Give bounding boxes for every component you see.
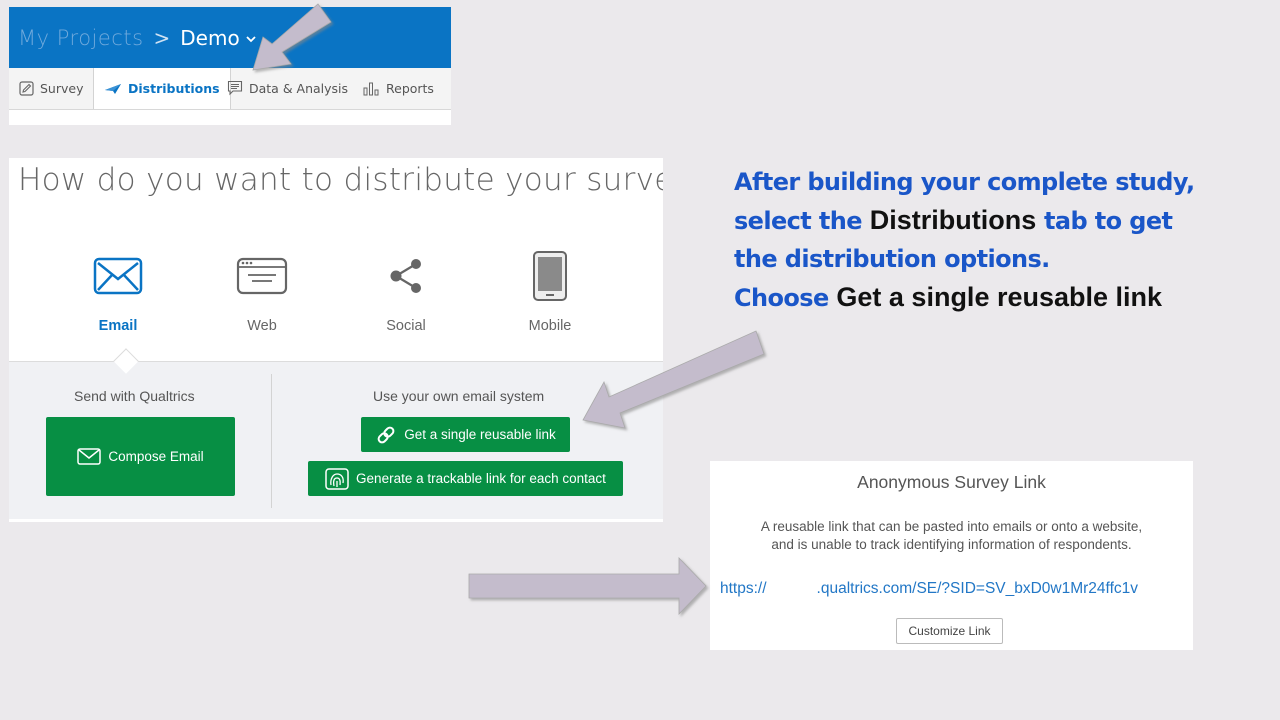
description-line: A reusable link that can be pasted into … [760,519,1143,534]
bar-chart-icon [363,81,380,96]
tab-label: Reports [386,80,434,96]
url-rest: .qualtrics.com/SE/?SID=SV_bxD0w1Mr24ffc1… [816,580,1139,597]
description-line: and is unable to track identifying infor… [771,537,1132,552]
instruction-fragment: Choose [734,284,837,312]
chat-lines-icon [227,80,243,96]
panel-bottom-edge [9,519,663,522]
distribute-panel: How do you want to distribute your surve… [9,158,663,522]
link-panel-title: Anonymous Survey Link [857,472,1046,492]
instruction-line-2: select the Distributions tab to get [734,201,1264,240]
project-tabs: Survey Distributions Data & Analysis Rep… [9,68,451,125]
channel-label: Social [386,318,426,334]
button-label: Compose Email [108,449,204,464]
survey-link-url[interactable]: https:// .qualtrics.com/SE/?SID=SV_bxD0w1… [720,580,1138,598]
channel-label: Web [247,318,277,334]
tab-data-analysis[interactable]: Data & Analysis [227,68,348,108]
button-label: Get a single reusable link [404,427,556,442]
compose-email-button[interactable]: Compose Email [46,417,235,496]
tab-distributions[interactable]: Distributions [93,68,231,109]
channel-web[interactable]: Web [207,250,317,334]
options-divider [271,374,272,508]
channel-social[interactable]: Social [351,250,461,334]
browser-window-icon [207,250,317,302]
button-label: Generate a trackable link for each conta… [356,471,606,486]
channel-mobile[interactable]: Mobile [495,250,605,334]
customize-link-button[interactable]: Customize Link [896,618,1003,644]
instruction-line-1: After building your complete study, [734,168,1195,196]
reusable-link-button[interactable]: Get a single reusable link [361,417,570,452]
channel-label: Mobile [528,318,572,334]
link-icon [375,424,397,446]
arrow-to-survey-link [468,557,707,615]
tab-survey[interactable]: Survey [19,68,83,108]
trackable-link-button[interactable]: Generate a trackable link for each conta… [308,461,623,496]
tab-reports[interactable]: Reports [363,68,434,108]
project-breadcrumb-bar: My Projects > Demo [9,7,451,68]
envelope-icon [63,250,173,302]
instruction-fragment: tab to get [1036,207,1173,235]
pencil-icon [19,80,34,96]
fingerprint-icon [325,467,349,490]
instruction-highlight: Distributions [869,205,1037,235]
own-email-system-label: Use your own email system [373,388,545,404]
tab-label: Data & Analysis [249,80,349,96]
anonymous-link-panel: Anonymous Survey Link A reusable link th… [710,461,1193,650]
paper-plane-icon [104,83,122,95]
tab-label: Survey [40,80,84,96]
envelope-icon [77,448,102,465]
share-icon [351,250,461,302]
tab-label: Distributions [128,81,220,96]
breadcrumb-current-project[interactable]: Demo [180,26,239,50]
instruction-line-3: the distribution options. [734,245,1050,273]
instruction-line-4: Choose Get a single reusable link [734,278,1264,317]
chevron-down-icon[interactable] [246,32,256,46]
send-with-qualtrics-label: Send with Qualtrics [74,388,195,404]
breadcrumb-my-projects[interactable]: My Projects [18,26,144,50]
instruction-text: After building your complete study, sele… [734,163,1264,317]
project-header-panel: My Projects > Demo Survey Distributions … [9,7,451,125]
instruction-fragment: select the [734,207,870,235]
instruction-highlight: Get a single reusable link [836,282,1163,312]
channel-email[interactable]: Email [63,250,173,334]
page-title: How do you want to distribute your surve… [18,162,663,198]
url-prefix: https:// [720,580,767,597]
channel-label: Email [98,318,138,334]
link-panel-description: A reusable link that can be pasted into … [710,518,1193,554]
breadcrumb-separator: > [153,25,171,50]
tabs-underline [9,109,451,125]
mobile-phone-icon [495,250,605,302]
